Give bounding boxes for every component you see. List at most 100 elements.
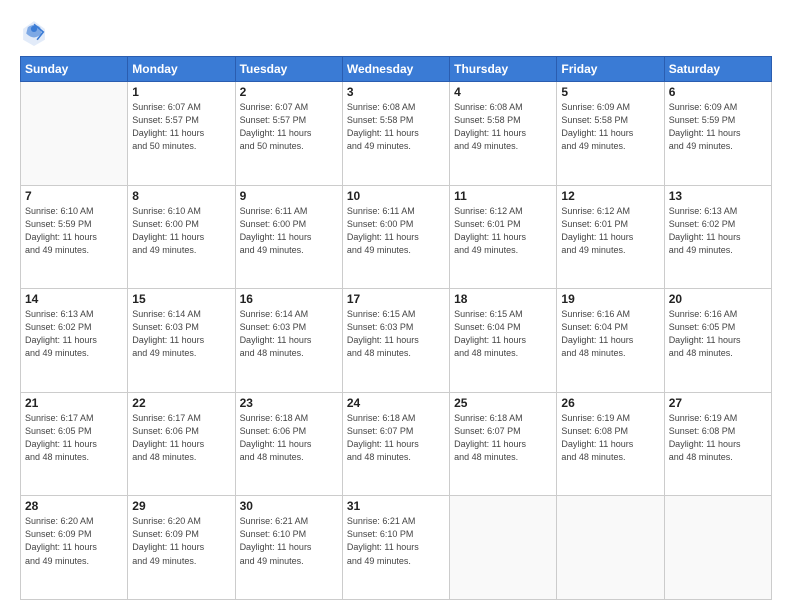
calendar-cell: 1Sunrise: 6:07 AM Sunset: 5:57 PM Daylig… (128, 82, 235, 186)
day-number: 9 (240, 189, 338, 203)
day-number: 26 (561, 396, 659, 410)
calendar-week-row: 1Sunrise: 6:07 AM Sunset: 5:57 PM Daylig… (21, 82, 772, 186)
calendar-cell: 21Sunrise: 6:17 AM Sunset: 6:05 PM Dayli… (21, 392, 128, 496)
day-info: Sunrise: 6:13 AM Sunset: 6:02 PM Dayligh… (669, 205, 767, 257)
day-number: 15 (132, 292, 230, 306)
calendar-cell (557, 496, 664, 600)
day-number: 30 (240, 499, 338, 513)
header (20, 18, 772, 46)
day-info: Sunrise: 6:19 AM Sunset: 6:08 PM Dayligh… (561, 412, 659, 464)
calendar-cell: 22 Sunrise: 6:17 AM Sunset: 6:06 PM Dayli… (128, 392, 235, 496)
calendar-cell: 11 Sunrise: 6:12 AM Sunset: 6:01 PM Dayli… (450, 185, 557, 289)
day-info: Sunrise: 6:07 AM Sunset: 5:57 PM Dayligh… (132, 101, 230, 153)
calendar-cell: 4 Sunrise: 6:08 AM Sunset: 5:58 PM Daylig… (450, 82, 557, 186)
day-number: 23 (240, 396, 338, 410)
day-info: Sunrise: 6:08 AM Sunset: 5:58 PM Dayligh… (454, 101, 552, 153)
day-info: Sunrise: 6:20 AM Sunset: 6:09 PM Dayligh… (132, 515, 230, 567)
day-number: 21 (25, 396, 123, 410)
day-number: 11 (454, 189, 552, 203)
calendar-cell: 9 Sunrise: 6:11 AM Sunset: 6:00 PM Daylig… (235, 185, 342, 289)
calendar-cell: 27 Sunrise: 6:19 AM Sunset: 6:08 PM Dayli… (664, 392, 771, 496)
calendar-cell: 18Sunrise: 6:15 AM Sunset: 6:04 PM Dayli… (450, 289, 557, 393)
calendar-cell: 3Sunrise: 6:08 AM Sunset: 5:58 PM Daylig… (342, 82, 449, 186)
calendar-cell: 20 Sunrise: 6:16 AM Sunset: 6:05 PM Dayli… (664, 289, 771, 393)
day-number: 17 (347, 292, 445, 306)
day-number: 19 (561, 292, 659, 306)
day-number: 28 (25, 499, 123, 513)
day-info: Sunrise: 6:11 AM Sunset: 6:00 PM Dayligh… (240, 205, 338, 257)
day-info: Sunrise: 6:14 AM Sunset: 6:03 PM Dayligh… (240, 308, 338, 360)
logo-icon (20, 18, 48, 46)
calendar-cell: 10Sunrise: 6:11 AM Sunset: 6:00 PM Dayli… (342, 185, 449, 289)
calendar-day-header: Monday (128, 57, 235, 82)
calendar-day-header: Friday (557, 57, 664, 82)
day-number: 29 (132, 499, 230, 513)
calendar-cell: 17Sunrise: 6:15 AM Sunset: 6:03 PM Dayli… (342, 289, 449, 393)
day-number: 8 (132, 189, 230, 203)
day-number: 13 (669, 189, 767, 203)
calendar-day-header: Tuesday (235, 57, 342, 82)
calendar-day-header: Sunday (21, 57, 128, 82)
day-info: Sunrise: 6:11 AM Sunset: 6:00 PM Dayligh… (347, 205, 445, 257)
calendar-cell: 15 Sunrise: 6:14 AM Sunset: 6:03 PM Dayli… (128, 289, 235, 393)
calendar-cell: 16 Sunrise: 6:14 AM Sunset: 6:03 PM Dayli… (235, 289, 342, 393)
day-info: Sunrise: 6:08 AM Sunset: 5:58 PM Dayligh… (347, 101, 445, 153)
day-info: Sunrise: 6:07 AM Sunset: 5:57 PM Dayligh… (240, 101, 338, 153)
day-number: 6 (669, 85, 767, 99)
calendar-cell: 12 Sunrise: 6:12 AM Sunset: 6:01 PM Dayli… (557, 185, 664, 289)
day-info: Sunrise: 6:09 AM Sunset: 5:59 PM Dayligh… (669, 101, 767, 153)
day-info: Sunrise: 6:14 AM Sunset: 6:03 PM Dayligh… (132, 308, 230, 360)
calendar-cell: 19 Sunrise: 6:16 AM Sunset: 6:04 PM Dayli… (557, 289, 664, 393)
calendar-cell (664, 496, 771, 600)
day-info: Sunrise: 6:21 AM Sunset: 6:10 PM Dayligh… (347, 515, 445, 567)
day-number: 16 (240, 292, 338, 306)
day-number: 12 (561, 189, 659, 203)
day-number: 22 (132, 396, 230, 410)
calendar-cell: 5 Sunrise: 6:09 AM Sunset: 5:58 PM Daylig… (557, 82, 664, 186)
day-info: Sunrise: 6:21 AM Sunset: 6:10 PM Dayligh… (240, 515, 338, 567)
day-info: Sunrise: 6:10 AM Sunset: 6:00 PM Dayligh… (132, 205, 230, 257)
calendar-day-header: Saturday (664, 57, 771, 82)
day-number: 20 (669, 292, 767, 306)
calendar-day-header: Wednesday (342, 57, 449, 82)
day-info: Sunrise: 6:18 AM Sunset: 6:06 PM Dayligh… (240, 412, 338, 464)
calendar-cell: 24Sunrise: 6:18 AM Sunset: 6:07 PM Dayli… (342, 392, 449, 496)
calendar-week-row: 7 Sunrise: 6:10 AM Sunset: 5:59 PM Daylig… (21, 185, 772, 289)
day-info: Sunrise: 6:19 AM Sunset: 6:08 PM Dayligh… (669, 412, 767, 464)
calendar-week-row: 28 Sunrise: 6:20 AM Sunset: 6:09 PM Dayli… (21, 496, 772, 600)
day-number: 18 (454, 292, 552, 306)
day-number: 14 (25, 292, 123, 306)
day-info: Sunrise: 6:17 AM Sunset: 6:06 PM Dayligh… (132, 412, 230, 464)
day-number: 2 (240, 85, 338, 99)
day-info: Sunrise: 6:10 AM Sunset: 5:59 PM Dayligh… (25, 205, 123, 257)
calendar-cell: 26 Sunrise: 6:19 AM Sunset: 6:08 PM Dayli… (557, 392, 664, 496)
calendar-day-header: Thursday (450, 57, 557, 82)
calendar-cell: 2 Sunrise: 6:07 AM Sunset: 5:57 PM Daylig… (235, 82, 342, 186)
day-info: Sunrise: 6:12 AM Sunset: 6:01 PM Dayligh… (561, 205, 659, 257)
calendar-week-row: 14Sunrise: 6:13 AM Sunset: 6:02 PM Dayli… (21, 289, 772, 393)
calendar-table: SundayMondayTuesdayWednesdayThursdayFrid… (20, 56, 772, 600)
day-info: Sunrise: 6:20 AM Sunset: 6:09 PM Dayligh… (25, 515, 123, 567)
day-info: Sunrise: 6:18 AM Sunset: 6:07 PM Dayligh… (454, 412, 552, 464)
calendar-cell (450, 496, 557, 600)
day-number: 25 (454, 396, 552, 410)
calendar-cell: 31Sunrise: 6:21 AM Sunset: 6:10 PM Dayli… (342, 496, 449, 600)
day-info: Sunrise: 6:16 AM Sunset: 6:05 PM Dayligh… (669, 308, 767, 360)
page: SundayMondayTuesdayWednesdayThursdayFrid… (0, 0, 792, 612)
calendar-cell: 23 Sunrise: 6:18 AM Sunset: 6:06 PM Dayli… (235, 392, 342, 496)
day-number: 24 (347, 396, 445, 410)
calendar-cell: 13 Sunrise: 6:13 AM Sunset: 6:02 PM Dayli… (664, 185, 771, 289)
day-number: 4 (454, 85, 552, 99)
calendar-cell: 28 Sunrise: 6:20 AM Sunset: 6:09 PM Dayli… (21, 496, 128, 600)
calendar-cell (21, 82, 128, 186)
day-number: 5 (561, 85, 659, 99)
calendar-header-row: SundayMondayTuesdayWednesdayThursdayFrid… (21, 57, 772, 82)
day-info: Sunrise: 6:12 AM Sunset: 6:01 PM Dayligh… (454, 205, 552, 257)
day-info: Sunrise: 6:09 AM Sunset: 5:58 PM Dayligh… (561, 101, 659, 153)
day-number: 27 (669, 396, 767, 410)
calendar-cell: 25 Sunrise: 6:18 AM Sunset: 6:07 PM Dayli… (450, 392, 557, 496)
calendar-cell: 30 Sunrise: 6:21 AM Sunset: 6:10 PM Dayli… (235, 496, 342, 600)
day-number: 7 (25, 189, 123, 203)
calendar-cell: 6 Sunrise: 6:09 AM Sunset: 5:59 PM Daylig… (664, 82, 771, 186)
day-info: Sunrise: 6:16 AM Sunset: 6:04 PM Dayligh… (561, 308, 659, 360)
